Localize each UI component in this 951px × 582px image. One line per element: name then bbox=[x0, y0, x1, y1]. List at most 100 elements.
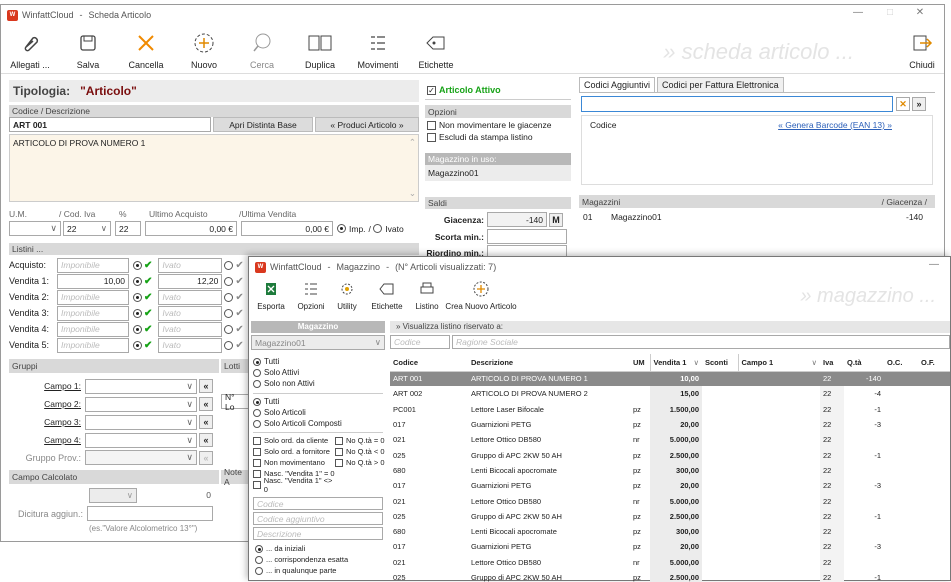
tab-codici-aggiuntivi[interactable]: Codici Aggiuntivi bbox=[579, 77, 656, 92]
radio-button[interactable] bbox=[253, 408, 261, 417]
radio-button[interactable] bbox=[253, 419, 261, 428]
listino-ragione-input[interactable]: Ragione Sociale bbox=[452, 335, 950, 349]
listino-codice-input[interactable]: Codice bbox=[390, 335, 450, 349]
imp-radio[interactable] bbox=[337, 224, 346, 233]
radio-option[interactable]: Tutti bbox=[253, 356, 383, 367]
table-row[interactable]: 021 Lettore Ottico DB580 nr 5.000,00 22 bbox=[390, 493, 950, 509]
listino-ivato-input[interactable]: Ivato bbox=[158, 337, 223, 353]
salva-button[interactable]: Salva bbox=[59, 27, 117, 71]
nuovo-button[interactable]: Nuovo bbox=[175, 27, 233, 71]
duplica-button[interactable]: Duplica bbox=[291, 27, 349, 71]
listino-imponibile-input[interactable]: Imponibile bbox=[57, 289, 129, 305]
movimenti-button[interactable]: Movimenti bbox=[349, 27, 407, 71]
lotti-field[interactable]: N° Lo bbox=[221, 392, 249, 412]
allegati-button[interactable]: Allegati ... bbox=[1, 27, 59, 71]
listino-ivato-radio[interactable] bbox=[224, 292, 234, 302]
listino-ivato-input[interactable]: Ivato bbox=[158, 289, 223, 305]
gruppo-select[interactable] bbox=[85, 396, 197, 412]
chiudi-button[interactable]: Chiudi bbox=[900, 27, 944, 71]
listino-imp-radio[interactable] bbox=[133, 340, 142, 350]
filter-checkbox[interactable]: Solo ord. da cliente bbox=[253, 436, 335, 445]
radio-button[interactable] bbox=[253, 357, 261, 366]
popup-minimize-icon[interactable]: — bbox=[924, 259, 944, 270]
listino-imp-radio[interactable] bbox=[133, 276, 142, 286]
radio-option[interactable]: Tutti bbox=[253, 396, 383, 407]
radio-option[interactable]: ... corrispondenza esatta bbox=[255, 554, 385, 565]
chevron-down-icon[interactable]: ∨ bbox=[812, 358, 818, 367]
filter-checkbox[interactable]: Nasc. "Vendita 1" <> 0 bbox=[253, 476, 335, 494]
crea-nuovo-articolo-button[interactable]: Crea Nuovo Articolo bbox=[445, 277, 517, 313]
table-row[interactable]: 017 Guarnizioni PETG pz 20,00 22 -3 bbox=[390, 478, 950, 494]
column-header[interactable]: O.F. bbox=[918, 354, 950, 372]
magazzino-filter-select[interactable]: Magazzino01 ∨ bbox=[251, 335, 385, 350]
listino-ivato-input[interactable]: Ivato bbox=[158, 321, 223, 337]
column-header[interactable]: Sconti bbox=[702, 354, 738, 372]
genera-barcode-link[interactable]: « Genera Barcode (EAN 13) » bbox=[778, 120, 892, 130]
filter-codice-input[interactable]: Codice bbox=[253, 497, 383, 510]
gruppo-prov-select[interactable] bbox=[85, 450, 197, 465]
clear-icon[interactable]: ✕ bbox=[896, 97, 910, 111]
radio-option[interactable]: ... in qualunque parte bbox=[255, 565, 385, 576]
radio-option[interactable]: Solo non Attivi bbox=[253, 378, 383, 389]
listino-ivato-input[interactable]: Ivato bbox=[158, 305, 223, 321]
radio-button[interactable] bbox=[253, 379, 261, 388]
cancella-button[interactable]: Cancella bbox=[117, 27, 175, 71]
descrizione-textarea[interactable]: ARTICOLO DI PROVA NUMERO 1 ⌃ ⌄ bbox=[9, 134, 419, 202]
listino-imponibile-input[interactable]: Imponibile bbox=[57, 305, 129, 321]
listino-button[interactable]: Listino bbox=[409, 277, 445, 313]
filter-checkbox[interactable]: Solo ord. a fornitore bbox=[253, 447, 335, 456]
filter-checkbox[interactable]: No Q.tà < 0 bbox=[335, 447, 385, 456]
listino-imponibile-input[interactable]: 10,00 bbox=[57, 273, 129, 289]
dicitura-field[interactable] bbox=[87, 506, 213, 521]
listino-ivato-radio[interactable] bbox=[224, 340, 234, 350]
table-row[interactable]: ART 001 ARTICOLO DI PROVA NUMERO 1 10,00 22… bbox=[390, 371, 950, 387]
table-row[interactable]: ART 002 ARTICOLO DI PROVA NUMERO 2 15,00 22… bbox=[390, 386, 950, 402]
table-row[interactable]: 680 Lenti Bicocali apocromate pz 300,00 22 bbox=[390, 462, 950, 479]
column-header[interactable]: O.C. bbox=[884, 354, 918, 372]
ivato-radio[interactable] bbox=[373, 224, 383, 233]
opt-escludi-stampa[interactable]: Escludi da stampa listino bbox=[427, 132, 533, 142]
radio-option[interactable]: Solo Attivi bbox=[253, 367, 383, 378]
listino-imponibile-input[interactable]: Imponibile bbox=[57, 321, 129, 337]
gruppo-select[interactable] bbox=[85, 414, 197, 430]
esporta-button[interactable]: Esporta bbox=[249, 277, 293, 313]
codici-aggiuntivi-input[interactable] bbox=[581, 96, 893, 112]
column-header[interactable]: Vendita 1 ∨ bbox=[649, 354, 702, 372]
radio-button[interactable] bbox=[255, 544, 263, 553]
codiva-select[interactable]: 22 ∨ bbox=[63, 221, 111, 236]
etichette-button[interactable]: Etichette bbox=[407, 27, 465, 71]
radio-button[interactable] bbox=[253, 368, 261, 377]
articolo-attivo-checkbox[interactable]: ✓ bbox=[427, 85, 436, 95]
tab-codici-fattura[interactable]: Codici per Fattura Elettronica bbox=[657, 77, 784, 92]
gruppo-button[interactable]: « bbox=[199, 415, 213, 429]
radio-option[interactable]: Solo Articoli bbox=[253, 407, 383, 418]
apri-distinta-button[interactable]: Apri Distinta Base bbox=[213, 117, 313, 132]
listino-ivato-radio[interactable] bbox=[224, 324, 234, 334]
filter-checkbox[interactable]: No Q.tà > 0 bbox=[335, 458, 385, 467]
listino-imponibile-input[interactable]: Imponibile bbox=[57, 337, 129, 353]
filter-codice-aggiuntivo-input[interactable]: Codice aggiuntivo bbox=[253, 512, 383, 525]
listino-imponibile-input[interactable]: Imponibile bbox=[57, 257, 129, 273]
scroll-down-icon[interactable]: ⌄ bbox=[409, 188, 416, 199]
table-row[interactable]: 021 Lettore Ottico DB580 nr 5.000,00 22 bbox=[390, 554, 950, 570]
listino-imp-radio[interactable] bbox=[133, 308, 142, 318]
opt-non-movimentare[interactable]: Non movimentare le giacenze bbox=[427, 120, 551, 130]
movimenti-m-button[interactable]: M bbox=[549, 212, 563, 227]
close-window-icon[interactable]: ✕ bbox=[910, 7, 930, 18]
codice-field[interactable]: ART 001 bbox=[9, 117, 211, 132]
radio-option[interactable]: Solo Articoli Composti bbox=[253, 418, 383, 429]
table-row[interactable]: 680 Lenti Bicocali apocromate pz 300,00 22 bbox=[390, 523, 950, 540]
listino-ivato-radio[interactable] bbox=[224, 276, 234, 286]
listino-imp-radio[interactable] bbox=[133, 260, 142, 270]
column-header[interactable]: UM bbox=[630, 354, 650, 372]
gruppo-button[interactable]: « bbox=[199, 397, 213, 411]
gruppo-select[interactable] bbox=[85, 378, 197, 394]
filter-descrizione-input[interactable]: Descrizione bbox=[253, 527, 383, 540]
opzioni-button[interactable]: Opzioni bbox=[293, 277, 329, 313]
table-row[interactable]: 017 Guarnizioni PETG pz 20,00 22 -3 bbox=[390, 416, 950, 433]
filter-checkbox[interactable]: No Q.tà = 0 bbox=[335, 436, 385, 445]
perc-field[interactable]: 22 bbox=[115, 221, 141, 236]
column-header[interactable]: Iva bbox=[820, 354, 844, 372]
radio-option[interactable]: ... da iniziali bbox=[255, 543, 385, 554]
table-row[interactable]: PC001 Lettore Laser Bifocale pz 1.500,00 22 -… bbox=[390, 401, 950, 417]
